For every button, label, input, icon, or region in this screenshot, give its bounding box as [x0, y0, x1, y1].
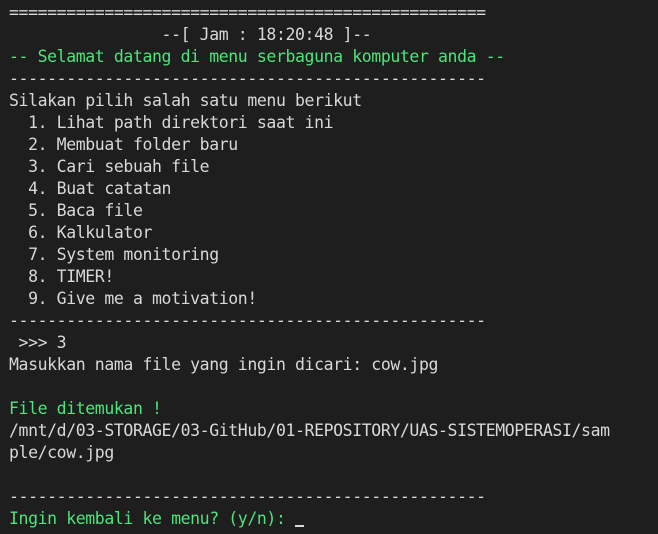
separator-double: ========================================… — [9, 3, 486, 22]
separator-single-2: ----------------------------------------… — [9, 311, 486, 330]
menu-item-5: 5. Baca file — [9, 201, 143, 220]
terminal-window[interactable]: ========================================… — [0, 0, 658, 534]
menu-item-6: 6. Kalkulator — [9, 223, 153, 242]
separator-single: ----------------------------------------… — [9, 69, 486, 88]
text-cursor[interactable] — [295, 525, 305, 527]
menu-item-1: 1. Lihat path direktori saat ini — [9, 113, 334, 132]
found-path-line-2: ple/cow.jpg — [9, 443, 114, 462]
choice-input: >>> 3 — [9, 333, 67, 352]
menu-item-2: 2. Membuat folder baru — [9, 135, 238, 154]
menu-item-7: 7. System monitoring — [9, 245, 219, 264]
filename-prompt: Masukkan nama file yang ingin dicari: co… — [9, 355, 439, 374]
menu-item-9: 9. Give me a motivation! — [9, 289, 257, 308]
found-message: File ditemukan ! — [9, 399, 162, 418]
menu-item-3: 3. Cari sebuah file — [9, 157, 210, 176]
return-prompt-line[interactable]: Ingin kembali ke menu? (y/n): — [9, 508, 658, 530]
menu-item-8: 8. TIMER! — [9, 267, 114, 286]
menu-item-4: 4. Buat catatan — [9, 179, 172, 198]
menu-prompt: Silakan pilih salah satu menu berikut — [9, 91, 362, 110]
separator-single-3: ----------------------------------------… — [9, 487, 486, 506]
clock-line: --[ Jam : 18:20:48 ]-- — [9, 25, 372, 44]
found-path-line-1: /mnt/d/03-STORAGE/03-GitHub/01-REPOSITOR… — [9, 421, 610, 440]
welcome-line: -- Selamat datang di menu serbaguna komp… — [9, 47, 505, 66]
return-prompt: Ingin kembali ke menu? (y/n): — [9, 509, 296, 528]
